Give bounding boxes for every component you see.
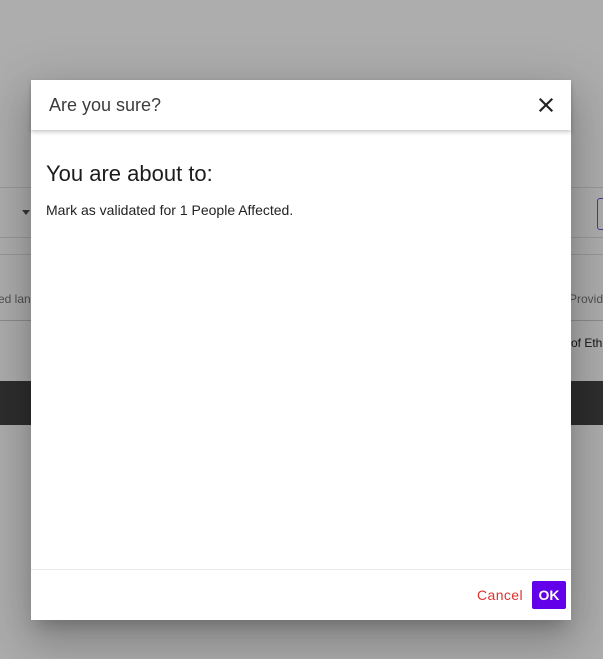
ok-button[interactable]: OK [532, 581, 566, 609]
close-button[interactable] [535, 94, 557, 116]
dialog-title: Are you sure? [49, 95, 162, 115]
dialog-message: Mark as validated for 1 People Affected. [46, 202, 294, 218]
confirm-dialog: Are you sure? You are about to: Mark as … [31, 80, 571, 620]
dialog-footer: Cancel OK [31, 569, 571, 620]
page: ed lang Provide of Ethi Are you sure? Yo… [0, 0, 603, 659]
dialog-header: Are you sure? [31, 80, 571, 130]
cancel-button[interactable]: Cancel [477, 587, 523, 603]
dialog-heading: You are about to: [46, 161, 213, 186]
dialog-body: You are about to: Mark as validated for … [31, 130, 571, 569]
close-icon [538, 97, 554, 113]
